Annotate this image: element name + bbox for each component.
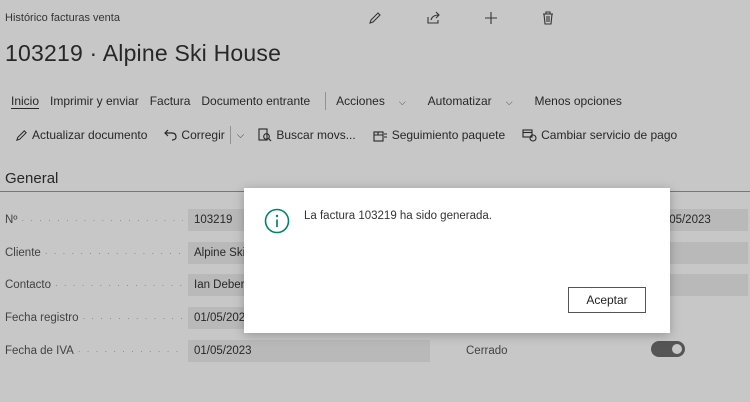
dialog-message: La factura 103219 ha sido generada. xyxy=(304,210,492,222)
accept-button[interactable]: Aceptar xyxy=(568,287,646,313)
message-dialog: La factura 103219 ha sido generada. Acep… xyxy=(244,188,670,333)
info-icon xyxy=(264,208,290,239)
